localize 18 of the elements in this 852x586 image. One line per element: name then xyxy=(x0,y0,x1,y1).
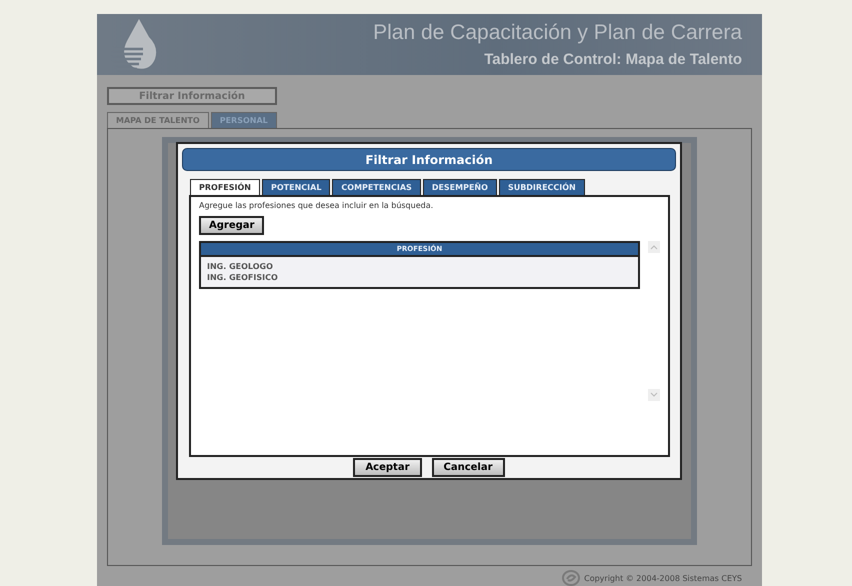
copyright-text: Copyright © 2004-2008 Sistemas CEYS xyxy=(584,574,742,582)
dialog-title: Filtrar Información xyxy=(182,148,676,171)
add-button[interactable]: Agregar xyxy=(199,216,264,235)
app-title: Plan de Capacitación y Plan de Carrera xyxy=(373,21,742,45)
dialog-button[interactable]: Cancelar xyxy=(432,458,505,477)
scroll-down-icon[interactable] xyxy=(648,389,660,401)
swirl-logo-icon xyxy=(562,570,580,586)
dialog-tab[interactable]: DESEMPEÑO xyxy=(422,179,497,195)
table-cell-text: ING. GEOLOGO xyxy=(207,261,274,272)
dialog-tab[interactable]: COMPETENCIAS xyxy=(332,179,421,195)
dialog-tab[interactable]: PROFESIÓN xyxy=(190,179,260,195)
scroll-up-icon[interactable] xyxy=(648,241,660,253)
page-subtitle: Tablero de Control: Mapa de Talento xyxy=(484,51,742,68)
dialog-button[interactable]: Aceptar xyxy=(353,458,422,477)
table-cell-text: ING. GEOFISICO xyxy=(207,272,279,283)
instruction-text: Agregue las profesiones que desea incluir en la búsqueda. xyxy=(199,201,434,210)
dialog-tab[interactable]: POTENCIAL xyxy=(262,179,330,195)
dialog-tab[interactable]: SUBDIRECCIÓN xyxy=(498,179,585,195)
